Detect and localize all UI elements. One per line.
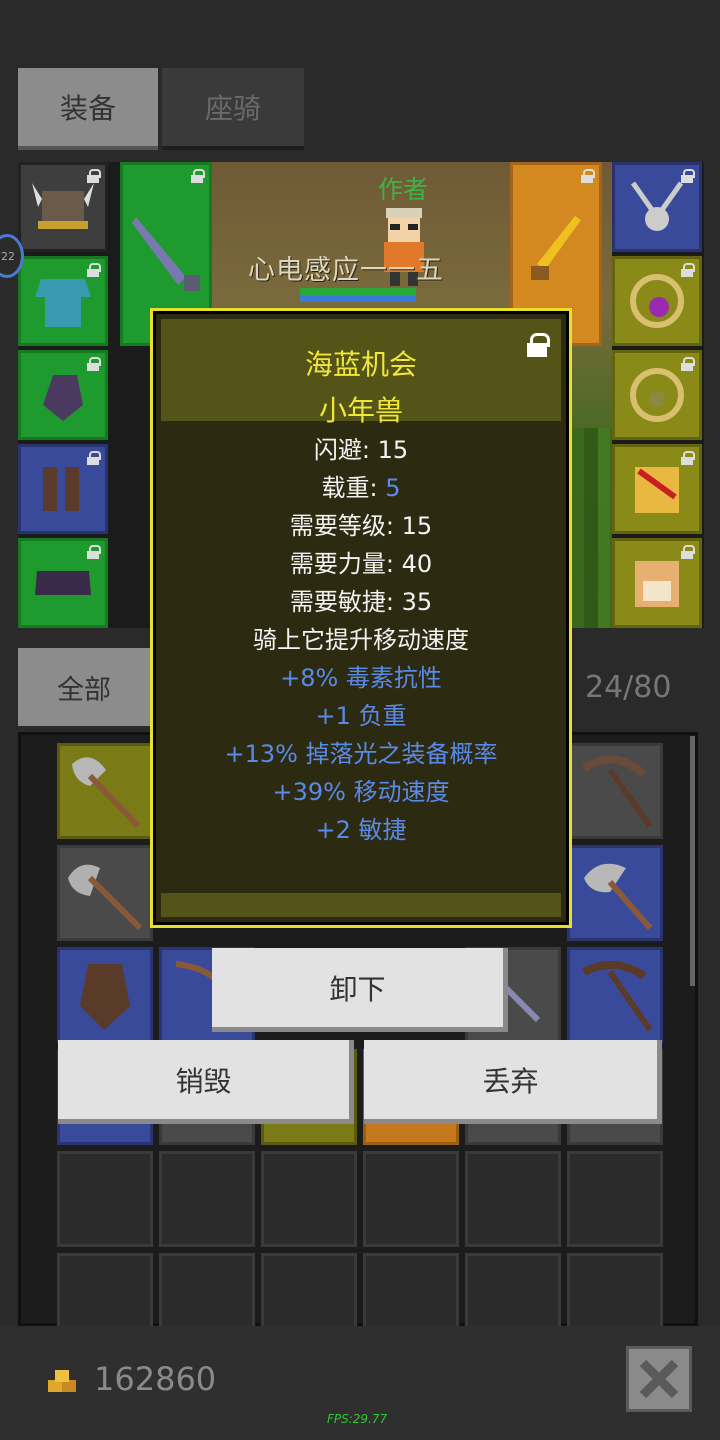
ring-icon <box>630 368 684 422</box>
armor-slot[interactable] <box>18 256 108 346</box>
double-axe-icon <box>584 863 653 930</box>
inventory-scrollbar[interactable] <box>690 736 695 986</box>
pet-portrait-icon <box>635 561 679 607</box>
lock-icon <box>681 169 695 183</box>
inventory-item-pickaxe[interactable] <box>567 743 663 839</box>
pants-slot[interactable] <box>18 538 108 628</box>
stat-required-agility: 需要敏捷: 35 <box>289 588 433 616</box>
lock-icon <box>681 545 695 559</box>
close-icon <box>639 1359 679 1399</box>
lock-icon <box>87 357 101 371</box>
ring-slot-2[interactable] <box>612 350 702 440</box>
pet-slot[interactable] <box>612 538 702 628</box>
tooltip-header: 海蓝机会 小年兽 <box>161 319 561 427</box>
stat-required-strength: 需要力量: 40 <box>289 550 433 578</box>
ring-slot-1[interactable] <box>612 256 702 346</box>
gloves-slot[interactable] <box>18 350 108 440</box>
inventory-capacity: 24/80 <box>585 670 672 705</box>
tab-equipment[interactable]: 装备 <box>18 68 158 150</box>
close-button[interactable] <box>626 1346 692 1412</box>
axe-icon <box>68 864 143 931</box>
tooltip-footer <box>161 893 561 917</box>
inventory-slot-empty[interactable] <box>159 1151 255 1247</box>
bonus-carry-weight: +1 负重 <box>315 702 407 730</box>
inventory-item-axe-2[interactable] <box>57 845 153 941</box>
unequip-button[interactable]: 卸下 <box>212 948 508 1032</box>
sword-icon <box>531 216 581 280</box>
lock-icon <box>191 169 205 183</box>
health-bar <box>300 288 416 296</box>
author-label: 作者 <box>378 175 429 204</box>
tab-mount[interactable]: 座骑 <box>162 68 304 150</box>
lock-icon <box>87 169 101 183</box>
chain-armor-icon <box>35 279 91 327</box>
gold-amount: 162860 <box>94 1360 217 1398</box>
inventory-slot-empty[interactable] <box>363 1151 459 1247</box>
stat-required-level: 需要等级: 15 <box>289 512 433 540</box>
inventory-slot-empty[interactable] <box>57 1151 153 1247</box>
bonus-drop-chance: +13% 掉落光之装备概率 <box>224 740 498 768</box>
spellbook-icon <box>635 467 679 513</box>
inventory-slot-empty[interactable] <box>261 1151 357 1247</box>
inventory-slot-empty[interactable] <box>567 1151 663 1247</box>
lock-icon <box>681 263 695 277</box>
lock-icon[interactable] <box>527 333 550 357</box>
book-slot[interactable] <box>612 444 702 534</box>
lock-icon <box>581 169 595 183</box>
filter-tab-all[interactable]: 全部 <box>18 648 150 726</box>
mana-bar <box>300 296 416 302</box>
lock-icon <box>87 545 101 559</box>
helmet-slot[interactable] <box>18 162 108 252</box>
boots-icon <box>43 467 79 511</box>
viking-helmet-icon <box>32 183 94 229</box>
item-title: 海蓝机会 <box>304 348 417 381</box>
dagger-icon <box>132 217 200 291</box>
inventory-item-crossbow[interactable] <box>567 947 663 1043</box>
item-subtitle: 小年兽 <box>318 394 403 427</box>
item-tooltip: 海蓝机会 小年兽 闪避: 15 载重: 5 需要等级: 15 需要力量: 40 … <box>150 308 572 928</box>
gloves-icon <box>43 375 83 421</box>
item-stats: 闪避: 15 载重: 5 需要等级: 15 需要力量: 40 需要敏捷: 35 … <box>153 431 569 849</box>
destroy-button[interactable]: 销毁 <box>58 1040 354 1124</box>
inventory-item-gloves[interactable] <box>57 947 153 1043</box>
lock-icon <box>87 451 101 465</box>
leather-gloves-icon <box>80 964 130 1030</box>
item-description: 骑上它提升移动速度 <box>253 626 469 654</box>
amulet-slot[interactable] <box>612 162 702 252</box>
inventory-slot-empty[interactable] <box>465 1151 561 1247</box>
bonus-poison-resist: +8% 毒素抗性 <box>280 664 442 692</box>
lock-icon <box>87 263 101 277</box>
fps-counter: FPS:29.77 <box>327 1412 388 1426</box>
inventory-item-double-axe[interactable] <box>567 845 663 941</box>
crossbow-icon <box>582 960 653 1032</box>
pants-icon <box>35 571 91 595</box>
bonus-move-speed: +39% 移动速度 <box>272 778 450 806</box>
pet-name-label: 心电感应一一五 <box>248 255 444 286</box>
ring-purple-icon <box>630 274 684 328</box>
amulet-icon <box>630 181 684 231</box>
gold-coins-icon <box>48 1370 76 1392</box>
discard-button[interactable]: 丢弃 <box>364 1040 662 1124</box>
lock-icon <box>681 357 695 371</box>
stat-dodge: 闪避: 15 <box>313 436 409 464</box>
battle-axe-icon <box>72 757 141 829</box>
inventory-item-axe[interactable] <box>57 743 153 839</box>
lock-icon <box>681 451 695 465</box>
pickaxe-icon <box>581 755 653 828</box>
bonus-agility: +2 敏捷 <box>315 816 407 844</box>
boots-slot[interactable] <box>18 444 108 534</box>
stat-weight: 载重: 5 <box>321 474 401 502</box>
